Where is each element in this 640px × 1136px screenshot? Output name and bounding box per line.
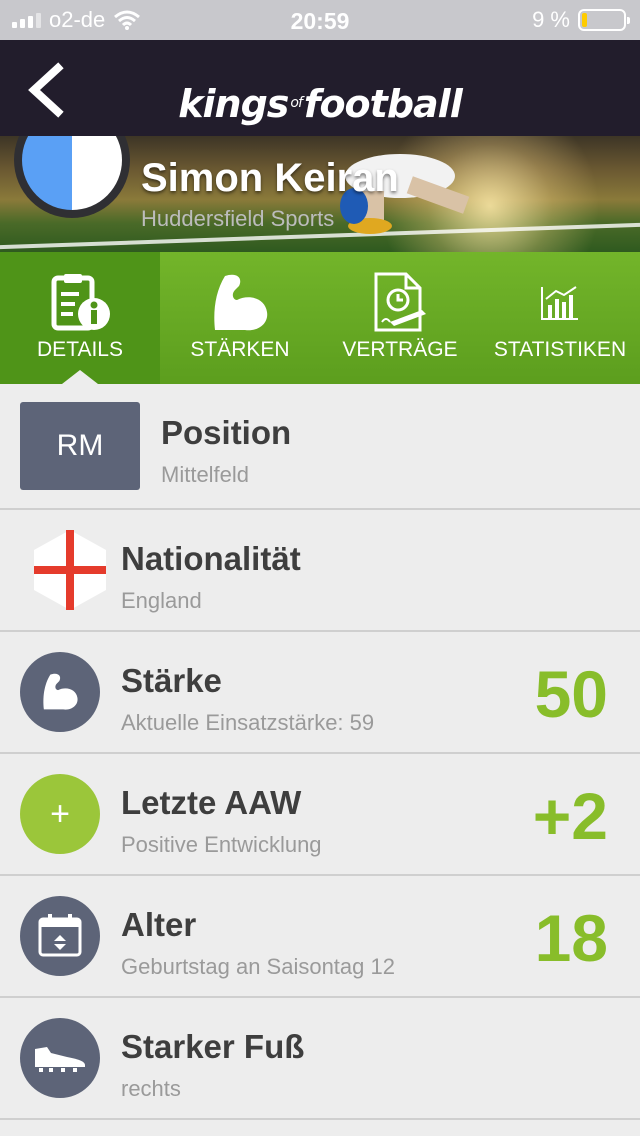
status-bar: o2-de 20:59 9 % (0, 0, 640, 40)
list-item-strong-foot: Starker Fuß rechts (0, 998, 640, 1120)
list-item-last-aaw: + Letzte AAW Positive Entwicklung +2 (0, 754, 640, 876)
strength-icon (20, 652, 100, 732)
player-header: Simon Keiran Huddersfield Sports (0, 136, 640, 252)
flexed-arm-icon (214, 274, 268, 331)
contract-icon (374, 272, 426, 332)
battery-icon (578, 9, 630, 31)
row-subtitle: rechts (121, 1076, 181, 1101)
row-subtitle: Positive Entwicklung (121, 832, 322, 857)
list-item-age: Alter Geburtstag an Saisontag 12 18 (0, 876, 640, 998)
football-boot-icon (35, 1047, 85, 1072)
row-title: Nationalität (121, 540, 301, 577)
boot-icon-wrap (20, 1018, 100, 1098)
row-title: Position (161, 414, 292, 451)
row-title: Starker Fuß (121, 1028, 305, 1065)
calendar-icon (38, 914, 82, 957)
row-subtitle: Mittelfeld (161, 462, 250, 487)
battery-percent: 9 % (532, 7, 570, 32)
bar-chart-icon (541, 286, 578, 320)
flexed-arm-icon (43, 673, 78, 710)
row-title: Stärke (121, 662, 222, 699)
plus-icon: + (20, 774, 100, 854)
aaw-value: +2 (532, 779, 608, 853)
row-subtitle: England (121, 588, 202, 613)
list-item-nationality: Nationalität England (0, 510, 640, 632)
row-subtitle: Aktuelle Einsatzstärke: 59 (121, 710, 375, 735)
player-name: Simon Keiran (141, 156, 399, 200)
tab-statistiken[interactable]: STATISTIKEN (480, 252, 640, 384)
club-crest (14, 136, 130, 218)
tab-vertraege[interactable]: VERTRÄGE (320, 252, 480, 384)
age-value: 18 (534, 901, 608, 975)
position-badge: RM (20, 402, 140, 490)
list-item-position: RM Position Mittelfeld (0, 384, 640, 510)
calendar-icon-wrap (20, 896, 100, 976)
tab-bar: DETAILS STÄRKEN VERTRÄGE STATISTIKEN (0, 252, 640, 384)
club-name: Huddersfield Sports (141, 206, 335, 231)
tab-staerken[interactable]: STÄRKEN (160, 252, 320, 384)
england-flag-icon (34, 530, 106, 610)
status-right: 9 % (532, 0, 630, 40)
row-title: Alter (121, 906, 197, 943)
row-subtitle: Geburtstag an Saisontag 12 (121, 954, 395, 979)
tab-details[interactable]: DETAILS (0, 252, 160, 384)
list-item-strength: Stärke Aktuelle Einsatzstärke: 59 50 (0, 632, 640, 754)
strength-value: 50 (534, 657, 608, 731)
brand-logo: kings offootball (178, 82, 462, 126)
navigation-bar: kings offootball (0, 40, 640, 136)
detail-list: RM Position Mittelfeld Nationalität Engl… (0, 384, 640, 1120)
row-title: Letzte AAW (121, 784, 302, 821)
clipboard-info-icon (51, 274, 110, 331)
